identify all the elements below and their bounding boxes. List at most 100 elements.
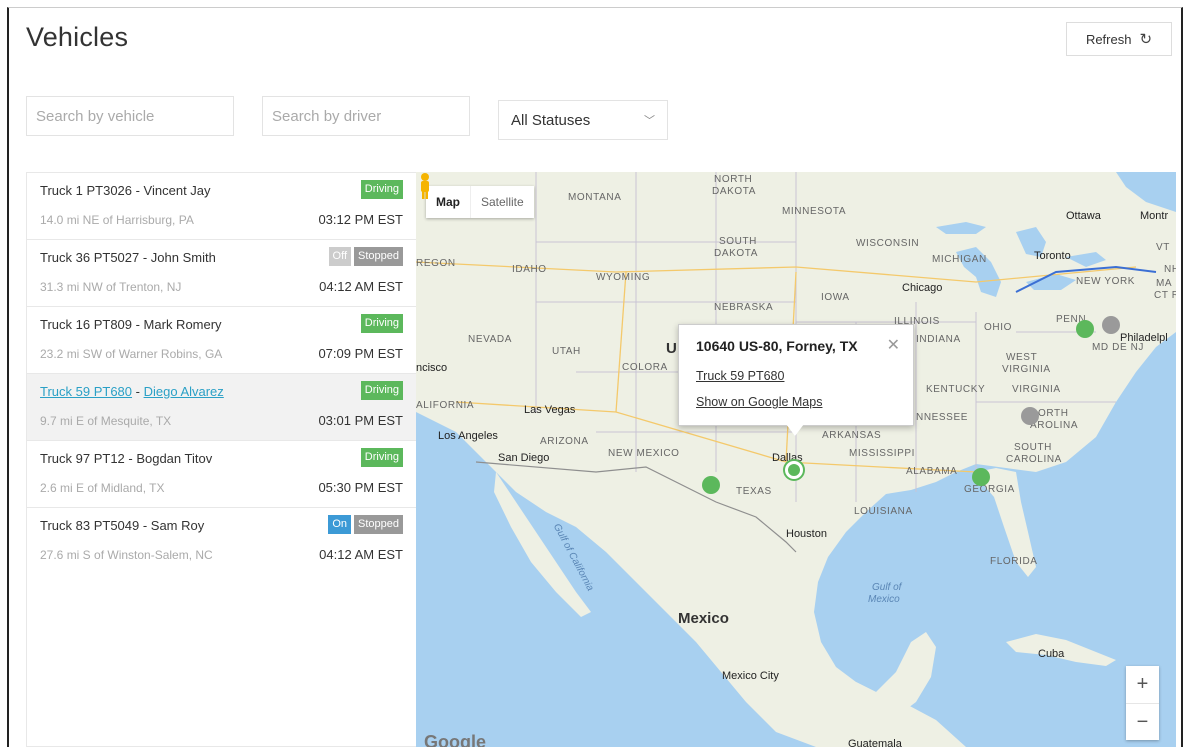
map-label: COLORA	[622, 362, 668, 373]
vehicle-time: 04:12 AM EST	[319, 547, 403, 562]
map-label: NEBRASKA	[714, 302, 774, 313]
status-badge-driving: Driving	[360, 381, 403, 400]
vehicle-name: Truck 59 PT680 - Diego Alvarez	[40, 384, 224, 399]
map-label: ARIZONA	[540, 436, 589, 447]
vehicle-row[interactable]: Truck 16 PT809 - Mark Romery Driving 23.…	[27, 307, 416, 374]
vehicle-time: 03:01 PM EST	[318, 413, 403, 428]
name-separator: -	[132, 384, 144, 399]
map-label: MISSISSIPPI	[849, 448, 916, 459]
map-label: NORTH	[714, 174, 753, 185]
map-city: San Diego	[498, 452, 550, 464]
vehicle-location: 23.2 mi SW of Warner Robins, GA	[40, 347, 223, 361]
map-label: VT	[1156, 242, 1170, 253]
map-water-label: Gulf of	[872, 582, 902, 593]
map-label: NNESSEE	[916, 412, 968, 423]
popup-address: 10640 US-80, Forney, TX	[696, 338, 858, 354]
zoom-in-button[interactable]: +	[1126, 666, 1159, 704]
map-label: WISCONSIN	[856, 238, 920, 249]
status-select-value: All Statuses	[511, 111, 591, 129]
map-view[interactable]: Map Satellite NORTH DAKOTA MONTANA MINNE…	[416, 172, 1176, 747]
map-city: Houston	[786, 528, 827, 540]
chevron-down-icon: ﹀	[644, 115, 655, 127]
popup-tail	[786, 424, 804, 436]
pegman-icon[interactable]	[416, 172, 434, 200]
map-label: ARKANSAS	[822, 430, 882, 441]
driver-search-input[interactable]	[262, 96, 470, 136]
map-label: NH	[1164, 264, 1176, 275]
map-label: WYOMING	[596, 272, 651, 283]
vehicle-search-input[interactable]	[26, 96, 234, 136]
vehicle-row[interactable]: Truck 1 PT3026 - Vincent Jay Driving 14.…	[27, 173, 416, 240]
map-country-label: U	[666, 340, 677, 357]
status-badges: Driving	[360, 314, 403, 333]
vehicle-time: 04:12 AM EST	[319, 279, 403, 294]
map-city: Toronto	[1034, 250, 1071, 262]
status-badges: Off Stopped	[328, 247, 403, 266]
refresh-button[interactable]: Refresh ↻	[1066, 22, 1172, 56]
map-label: FLORIDA	[990, 556, 1038, 567]
map-city: ncisco	[416, 362, 448, 374]
map-city: Guatemala	[848, 738, 902, 747]
zoom-out-button[interactable]: −	[1126, 704, 1159, 741]
map-label: DAKOTA	[712, 186, 756, 197]
vehicle-marker-driving[interactable]	[972, 468, 990, 486]
map-label: UTAH	[552, 346, 581, 357]
vehicle-name: Truck 97 PT12 - Bogdan Titov	[40, 451, 213, 466]
vehicle-name: Truck 83 PT5049 - Sam Roy	[40, 518, 205, 533]
map-city: Mexico City	[722, 670, 779, 682]
map-label: CT RI	[1154, 290, 1176, 301]
map-city: Las Vegas	[524, 404, 576, 416]
vehicle-row[interactable]: Truck 83 PT5049 - Sam Roy On Stopped 27.…	[27, 508, 416, 575]
vehicle-marker-driving[interactable]	[1076, 320, 1094, 338]
map-label: ORTH	[1038, 408, 1069, 419]
vehicle-location: 2.6 mi E of Midland, TX	[40, 481, 165, 495]
map-label: IOWA	[821, 292, 850, 303]
map-city: Philadelpl	[1120, 332, 1168, 344]
map-label: MICHIGAN	[932, 254, 987, 265]
map-label: IDAHO	[512, 264, 547, 275]
vehicle-marker-driving[interactable]	[702, 476, 720, 494]
status-badge-stopped: Stopped	[354, 247, 403, 266]
vehicle-row[interactable]: Truck 36 PT5027 - John Smith Off Stopped…	[27, 240, 416, 307]
status-badge-driving: Driving	[360, 314, 403, 333]
map-label: AROLINA	[1030, 420, 1079, 431]
vehicle-link[interactable]: Truck 59 PT680	[40, 384, 132, 399]
vehicle-row-selected[interactable]: Truck 59 PT680 - Diego Alvarez Driving 9…	[27, 374, 416, 441]
vehicle-marker-stopped[interactable]	[1102, 316, 1120, 334]
map-water-label: Mexico	[868, 594, 900, 605]
status-badge-off: Off	[328, 247, 352, 266]
map-label: MA	[1156, 278, 1173, 289]
map-label: NEW MEXICO	[608, 448, 680, 459]
google-logo: Google	[424, 732, 486, 747]
map-city: Chicago	[902, 282, 943, 294]
map-label: OHIO	[984, 322, 1012, 333]
status-badges: Driving	[360, 381, 403, 400]
map-label: CAROLINA	[1006, 454, 1062, 465]
vehicle-marker-selected[interactable]	[785, 461, 803, 479]
map-label: REGON	[416, 258, 456, 269]
popup-vehicle-link[interactable]: Truck 59 PT680	[696, 369, 784, 383]
map-label: VIRGINIA	[1002, 364, 1051, 375]
status-badges: Driving	[360, 448, 403, 467]
map-label: VIRGINIA	[1012, 384, 1061, 395]
zoom-control: + −	[1126, 666, 1159, 740]
vehicle-location: 9.7 mi E of Mesquite, TX	[40, 414, 172, 428]
vehicle-name: Truck 1 PT3026 - Vincent Jay	[40, 183, 211, 198]
vehicle-row[interactable]: Truck 97 PT12 - Bogdan Titov Driving 2.6…	[27, 441, 416, 508]
status-select[interactable]: All Statuses ﹀	[498, 100, 668, 140]
vehicle-marker-stopped[interactable]	[1021, 407, 1039, 425]
driver-link[interactable]: Diego Alvarez	[144, 384, 224, 399]
map-label: KENTUCKY	[926, 384, 986, 395]
close-icon[interactable]: ✕	[887, 335, 900, 355]
map-label: NEVADA	[468, 334, 512, 345]
vehicle-location: 27.6 mi S of Winston-Salem, NC	[40, 548, 213, 562]
map-label: MONTANA	[568, 192, 622, 203]
status-badge-driving: Driving	[360, 448, 403, 467]
map-label: TEXAS	[736, 486, 772, 497]
map-type-satellite[interactable]: Satellite	[470, 186, 534, 218]
status-badge-stopped: Stopped	[354, 515, 403, 534]
popup-maps-link[interactable]: Show on Google Maps	[696, 395, 822, 409]
refresh-label: Refresh	[1085, 31, 1132, 47]
vehicle-location: 14.0 mi NE of Harrisburg, PA	[40, 213, 194, 227]
map-label: MINNESOTA	[782, 206, 847, 217]
